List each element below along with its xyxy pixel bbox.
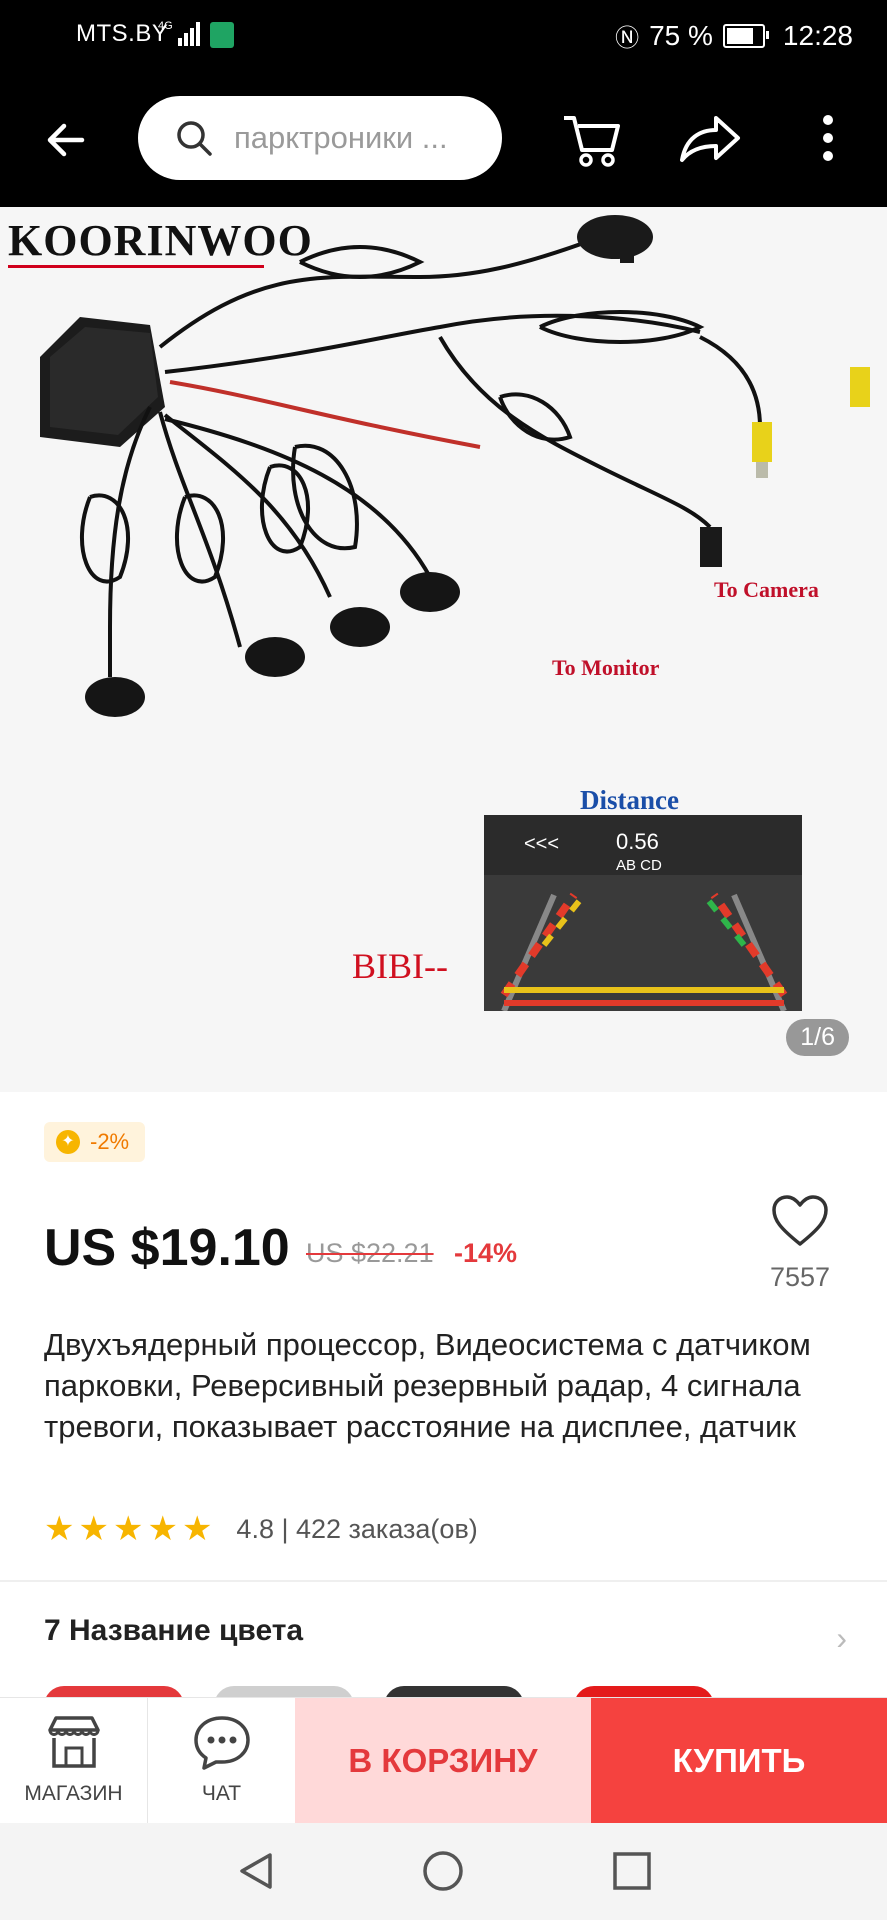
star-icon: ★ (181, 1510, 213, 1548)
wishlist-count: 7557 (769, 1262, 831, 1292)
label-to-camera: To Camera (714, 577, 819, 602)
carrier-name: MTS.BY (76, 20, 169, 47)
discount-percent: -14% (454, 1238, 518, 1268)
store-icon (47, 1716, 100, 1768)
product-title: Двухъядерный процессор, Видеосистема с д… (44, 1327, 811, 1444)
coin-icon: ✦ (56, 1130, 80, 1154)
color-section-title[interactable]: 7 Название цвета (44, 1614, 303, 1648)
bottom-action-bar: МАГАЗИН ЧАТ В КОРЗИНУ КУПИТЬ (0, 1697, 887, 1824)
screen-distance-value: 0.56 (616, 829, 659, 854)
signal-icon: 4G (158, 20, 200, 46)
screen-sensor-labels: AB CD (616, 857, 662, 874)
share-icon[interactable] (676, 108, 742, 172)
buy-now-button[interactable]: КУПИТЬ (591, 1698, 887, 1824)
rating-row[interactable]: ★ ★ ★ ★ ★ 4.8 | 422 заказа(ов) (44, 1512, 478, 1546)
coupon-badge[interactable]: ✦ -2% (44, 1122, 146, 1162)
cart-icon[interactable] (560, 108, 624, 172)
nfc-icon: Ⓝ (615, 25, 640, 52)
coupon-text: -2% (90, 1129, 130, 1154)
chat-button[interactable]: ЧАТ (148, 1698, 295, 1824)
status-bar: MTS.BY 4G Ⓝ 75 % 12:28 (0, 0, 887, 72)
chat-icon (193, 1716, 250, 1770)
label-distance: Distance (580, 785, 679, 815)
search-icon (177, 121, 212, 156)
more-options-icon[interactable] (816, 108, 840, 172)
star-icon: ★ (112, 1510, 144, 1548)
system-navigation-bar (0, 1823, 887, 1920)
top-nav-bar: парктроники ... (0, 72, 887, 207)
star-icon: ★ (147, 1510, 178, 1548)
search-placeholder: парктроники ... (234, 120, 448, 155)
label-to-monitor: To Monitor (552, 655, 660, 680)
label-bibi: BIBI-- (352, 946, 448, 986)
monitor-screen-preview: <<< 0.56 AB CD (484, 815, 802, 1011)
nav-home-icon[interactable] (421, 1849, 465, 1893)
clock: 12:28 (782, 19, 853, 51)
battery-icon (722, 23, 769, 48)
search-input[interactable]: парктроники ... (138, 96, 502, 180)
nav-recents-icon[interactable] (610, 1849, 654, 1893)
product-image-gallery[interactable]: KOORINWOO To Camera To Monitor Distance … (0, 207, 887, 1092)
back-arrow-icon[interactable] (42, 116, 90, 164)
star-icon: ★ (78, 1510, 109, 1548)
screen-arrows: <<< (524, 833, 560, 855)
network-type: 4G (158, 20, 173, 32)
add-to-cart-button[interactable]: В КОРЗИНУ (295, 1698, 591, 1824)
chat-label: ЧАТ (201, 1782, 242, 1805)
store-label: МАГАЗИН (24, 1782, 123, 1805)
chevron-right-icon[interactable]: › (836, 1620, 847, 1657)
rating-orders-text: 4.8 | 422 заказа(ов) (236, 1513, 478, 1544)
store-button[interactable]: МАГАЗИН (0, 1698, 147, 1824)
battery-percent: 75 % (649, 19, 713, 51)
heart-icon[interactable] (770, 1194, 830, 1248)
nav-back-icon[interactable] (234, 1849, 278, 1893)
section-divider (0, 1580, 887, 1582)
star-icon: ★ (44, 1510, 75, 1548)
security-icon (210, 22, 234, 48)
current-price: US $19.10 (44, 1219, 290, 1277)
gallery-counter: 1/6 (786, 1019, 849, 1056)
original-price: US $22.21 (306, 1238, 434, 1268)
